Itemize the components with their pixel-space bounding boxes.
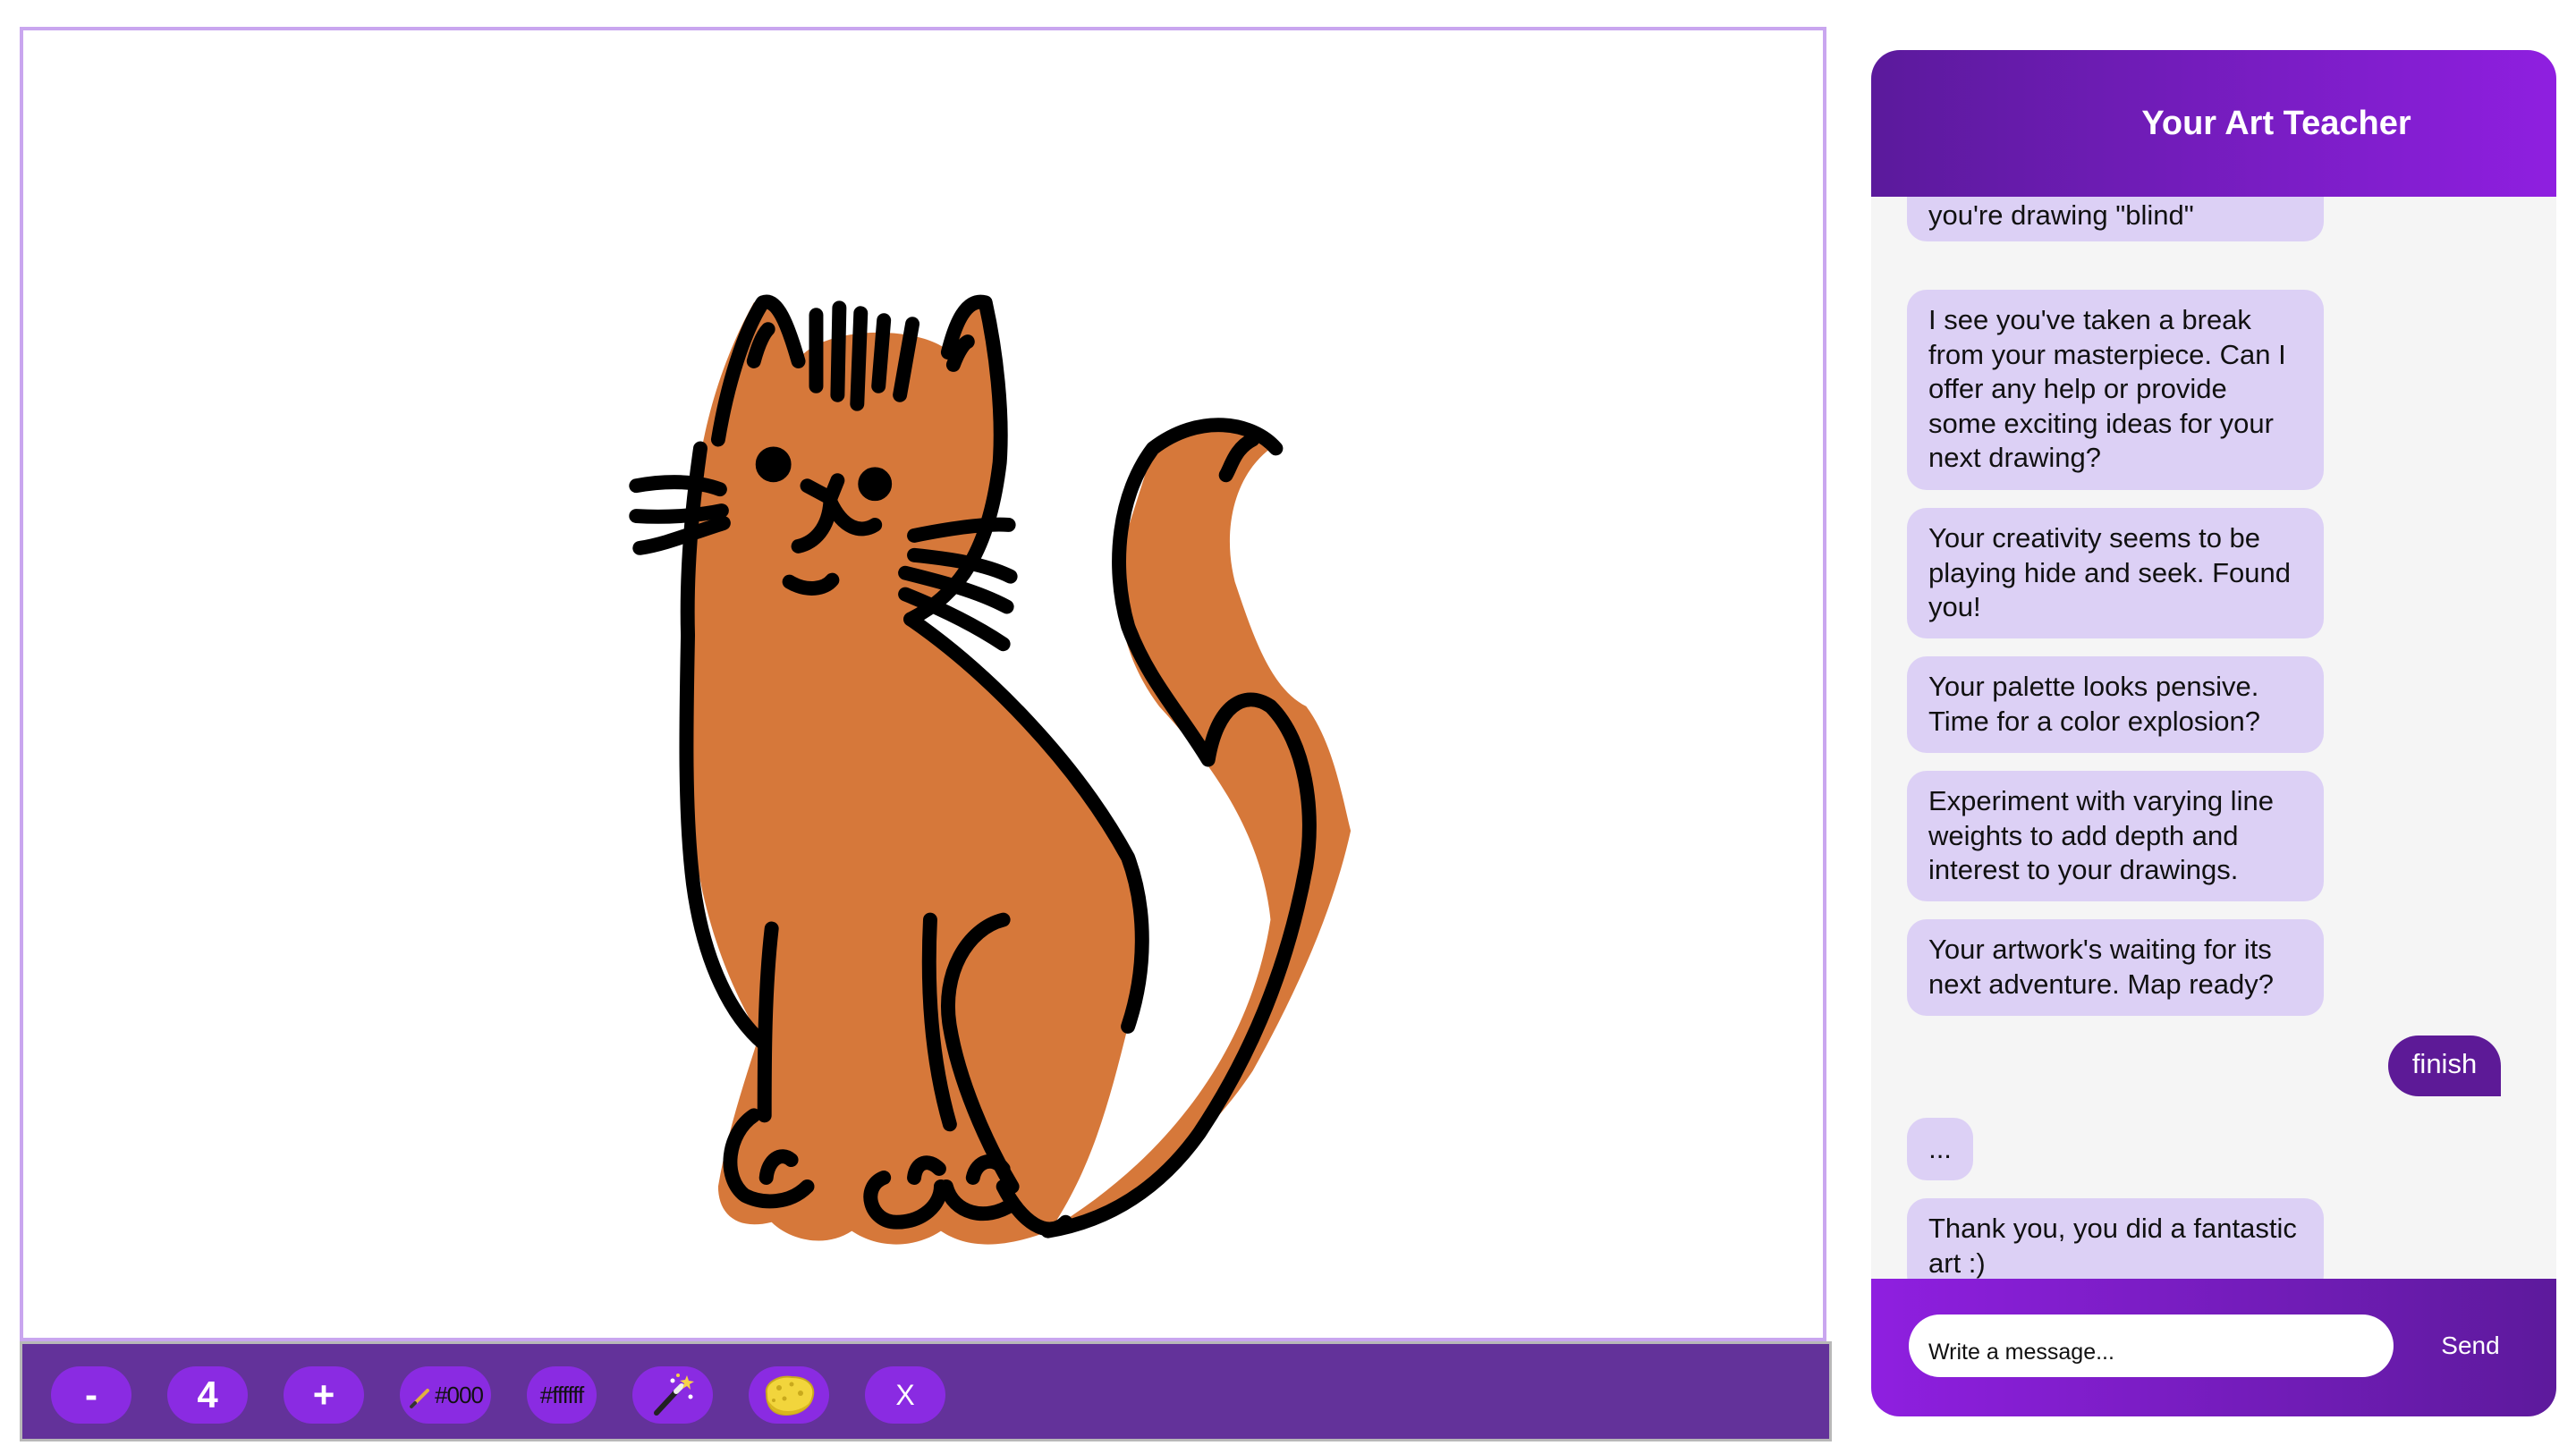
drawing-canvas[interactable] <box>20 27 1826 1341</box>
send-button[interactable]: Send <box>2426 1315 2515 1377</box>
clear-canvas-button[interactable]: X <box>865 1366 945 1424</box>
decrease-brush-size-button[interactable]: - <box>51 1366 131 1424</box>
bot-typing-message: ... <box>1907 1118 1973 1180</box>
chat-title: Your Art Teacher <box>2141 104 2411 142</box>
bot-message: I see you've taken a break from your mas… <box>1907 290 2324 490</box>
cat-drawing <box>629 294 1352 1245</box>
drawing-toolbar: - 4 + #000 #ffffff X <box>20 1341 1832 1441</box>
brush-size-display[interactable]: 4 <box>167 1366 248 1424</box>
user-message: finish <box>2388 1036 2501 1096</box>
bot-message: Your artwork's waiting for its next adve… <box>1907 919 2324 1016</box>
chat-footer: Send <box>1871 1279 2556 1416</box>
bot-message: Your palette looks pensive. Time for a c… <box>1907 656 2324 753</box>
sponge-icon <box>765 1375 815 1416</box>
fill-color-label: #ffffff <box>539 1381 584 1408</box>
message-input[interactable] <box>1909 1315 2394 1377</box>
magic-wand-icon <box>654 1374 694 1416</box>
increase-brush-size-button[interactable]: + <box>284 1366 364 1424</box>
message-list[interactable]: you're drawing "blind" I see you've take… <box>1871 197 2556 1331</box>
stroke-color-label: #000 <box>435 1381 484 1408</box>
chat-panel: Your Art Teacher you're drawing "blind" … <box>1871 50 2556 1416</box>
pencil-icon <box>410 1389 430 1408</box>
bot-message: Experiment with varying line weights to … <box>1907 771 2324 901</box>
fill-color-button[interactable]: #ffffff <box>527 1366 597 1424</box>
bot-message: Your creativity seems to be playing hide… <box>1907 508 2324 638</box>
magic-wand-button[interactable] <box>632 1366 713 1424</box>
bot-message: you're drawing "blind" <box>1907 197 2324 241</box>
stroke-color-button[interactable]: #000 <box>400 1366 491 1424</box>
chat-header: Your Art Teacher <box>1871 50 2556 197</box>
eraser-button[interactable] <box>749 1366 829 1424</box>
